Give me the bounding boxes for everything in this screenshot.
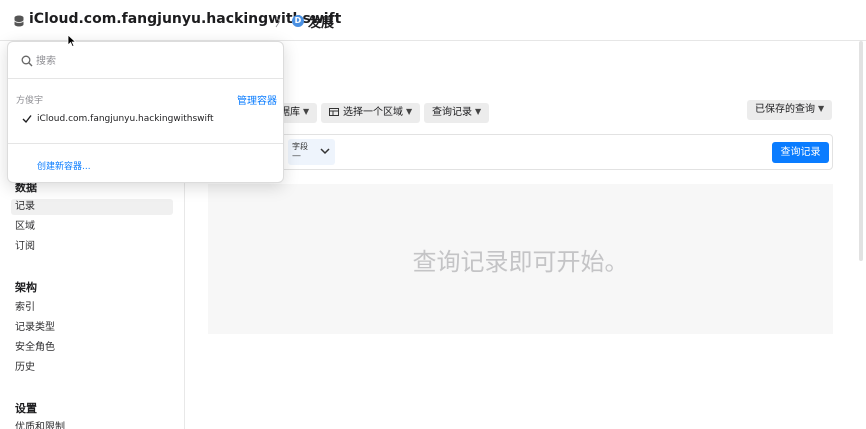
dropdown-search-row [8,42,283,79]
saved-queries-button[interactable]: 已保存的查询 ▼ [747,100,833,120]
owner-label: 方俊宇 [16,96,44,106]
sidebar-item-zones[interactable]: 区域 [11,219,173,235]
sidebar-section-settings: 设置 [15,402,37,415]
database-icon [14,15,24,27]
environment-selector[interactable]: 发展 [308,12,334,31]
scrollbar[interactable] [859,41,863,261]
empty-state-message: 查询记录即可开始。 [412,248,629,276]
sidebar-item-history[interactable]: 历史 [11,360,173,376]
query-records-button[interactable]: 查询记录 [772,142,829,163]
sidebar-section-schema: 架构 [15,281,37,294]
results-area: 查询记录即可开始。 [208,184,833,334]
chevron-down-icon: ▼ [475,107,482,116]
chevron-down-icon: ▼ [406,107,413,116]
sidebar-item-record-types[interactable]: 记录类型 [11,320,173,336]
zone-selector[interactable]: 选择一个区域 ▼ [321,103,421,123]
table-icon [329,108,339,116]
chevron-down-icon [320,148,330,155]
breadcrumb-separator: 〉 [275,15,288,29]
container-dropdown: 方俊宇 管理容器 iCloud.com.fangjunyu.hackingwit… [7,41,284,183]
manage-containers-link[interactable]: 管理容器 [237,92,277,107]
chevron-down-icon: ▼ [818,104,825,113]
sidebar-item-security-roles[interactable]: 安全角色 [11,340,173,356]
field-value: — [292,151,301,161]
container-search-input[interactable] [36,52,266,70]
sidebar-item-limits[interactable]: 优质和限制 [11,420,173,429]
search-icon [21,55,33,67]
divider [8,143,283,144]
mouse-cursor-icon [67,34,77,48]
sidebar-item-records[interactable]: 记录 [11,199,173,215]
chevron-down-icon: ▼ [303,107,310,116]
sidebar-item-subscriptions[interactable]: 订阅 [11,239,173,255]
environment-badge: D [292,15,304,27]
zone-selector-label: 选择一个区域 [343,107,403,118]
sidebar-item-indexes[interactable]: 索引 [11,300,173,316]
query-mode-selector[interactable]: 查询记录 ▼ [424,103,490,123]
top-bar: iCloud.com.fangjunyu.hackingwithswift 〉 … [0,0,866,41]
container-option[interactable]: iCloud.com.fangjunyu.hackingwithswift [37,114,214,124]
query-mode-label: 查询记录 [432,107,472,118]
checkmark-icon [22,115,32,124]
create-container-link[interactable]: 创建新容器... [37,159,91,172]
saved-queries-label: 已保存的查询 [755,104,815,115]
